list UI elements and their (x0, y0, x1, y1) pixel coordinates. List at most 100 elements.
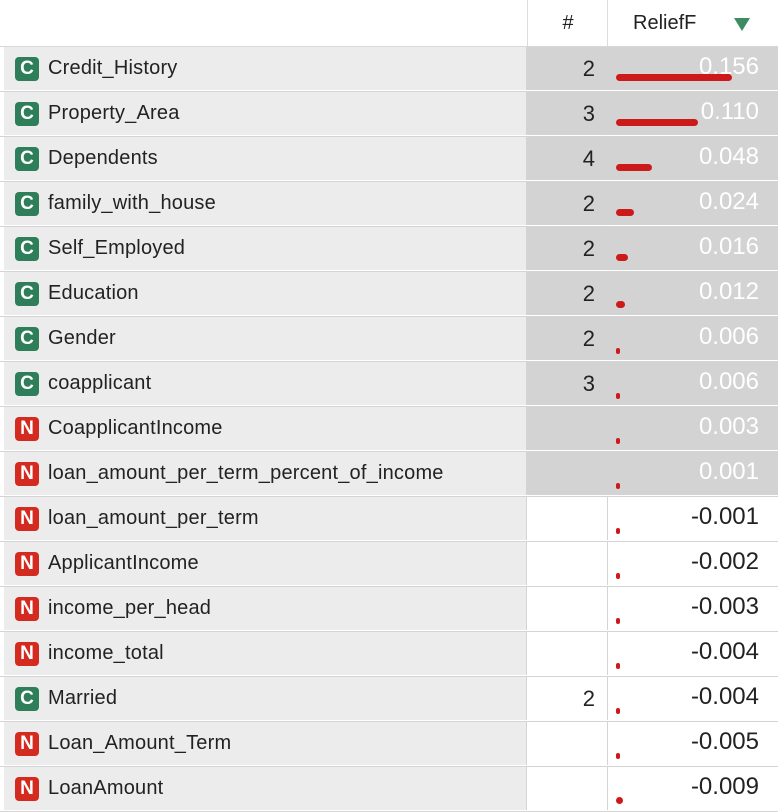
sort-descending-icon (734, 18, 750, 31)
score-bar (616, 119, 698, 126)
table-row[interactable]: C Property_Area 3 0.110 (0, 92, 778, 137)
table-body: C Credit_History 2 0.156 C Property_Area 3 0.11… (0, 47, 778, 812)
score-bar (616, 618, 620, 624)
relieff-score-value: -0.002 (690, 548, 759, 575)
table-row[interactable]: Cfamily_with_house 2 0.024 (0, 182, 778, 227)
table-row[interactable]: Nincome_per_head -0.003 (0, 587, 778, 632)
score-bar (616, 663, 620, 669)
num-values-cell (527, 632, 607, 675)
feature-name: Loan_Amount_Term (48, 732, 232, 754)
relieff-score-cell: 0.110 (607, 92, 778, 135)
num-values-cell: 4 (527, 137, 607, 180)
relieff-score-value: -0.005 (690, 728, 759, 755)
relieff-score-cell: -0.004 (607, 677, 778, 720)
feature-name-cell: Cfamily_with_house (4, 182, 527, 225)
feature-name-cell: Nincome_per_head (4, 587, 527, 630)
table-row[interactable]: C Dependents 4 0.048 (0, 137, 778, 182)
relieff-score-value: 0.024 (698, 188, 759, 215)
relieff-score-value: 0.110 (700, 98, 759, 125)
feature-name-cell: C Education (4, 272, 527, 315)
relieff-score-cell: -0.003 (607, 587, 778, 630)
table-row[interactable]: C Gender 2 0.006 (0, 317, 778, 362)
feature-name-cell: C Married (4, 677, 527, 720)
table-row[interactable]: N LoanAmount -0.009 (0, 767, 778, 812)
numeric-type-icon: N (15, 732, 39, 756)
feature-name: income_total (48, 642, 164, 664)
feature-name: Education (48, 282, 139, 304)
num-values-cell (527, 587, 607, 630)
table-row[interactable]: Nloan_amount_per_term_percent_of_income 0… (0, 452, 778, 497)
categorical-type-icon: C (15, 57, 39, 81)
table-row[interactable]: C Self_Employed 2 0.016 (0, 227, 778, 272)
column-header-num[interactable]: # (527, 0, 608, 46)
feature-name: Credit_History (48, 57, 178, 79)
relieff-score-value: 0.006 (698, 323, 759, 350)
num-values-cell (527, 497, 607, 540)
table-row[interactable]: C Married 2 -0.004 (0, 677, 778, 722)
feature-name-cell: C Dependents (4, 137, 527, 180)
feature-name-cell: N Loan_Amount_Term (4, 722, 527, 765)
relieff-score-cell: 0.003 (607, 407, 778, 450)
relieff-score-cell: 0.156 (607, 47, 778, 90)
relieff-score-value: 0.006 (698, 368, 759, 395)
feature-name: income_per_head (48, 597, 212, 619)
num-values-cell: 2 (582, 686, 595, 711)
categorical-type-icon: C (15, 192, 39, 216)
feature-name: loan_amount_per_term_percent_of_income (48, 462, 444, 484)
feature-name-cell: C Self_Employed (4, 227, 527, 270)
feature-name-cell: Nloan_amount_per_term_percent_of_income (4, 452, 527, 495)
feature-name: Gender (48, 327, 116, 349)
numeric-type-icon: N (15, 462, 39, 486)
relieff-score-value: 0.156 (698, 53, 759, 80)
table-row[interactable]: N ApplicantIncome -0.002 (0, 542, 778, 587)
table-row[interactable]: Nloan_amount_per_term -0.001 (0, 497, 778, 542)
relieff-score-cell: 0.012 (607, 272, 778, 315)
feature-name: Married (48, 687, 118, 709)
num-values-cell: 2 (527, 47, 607, 90)
relieff-score-value: 0.016 (698, 233, 759, 260)
score-bar (616, 254, 628, 261)
numeric-type-icon: N (15, 642, 39, 666)
numeric-type-icon: N (15, 552, 39, 576)
num-values-cell: 2 (527, 227, 607, 270)
categorical-type-icon: C (15, 102, 39, 126)
table-row[interactable]: C Credit_History 2 0.156 (0, 47, 778, 92)
table-row[interactable]: Nincome_total -0.004 (0, 632, 778, 677)
score-bar (616, 528, 620, 534)
relieff-score-value: -0.003 (690, 593, 759, 620)
score-bar (616, 348, 620, 354)
column-header-relieff[interactable]: ReliefF (607, 0, 778, 46)
relieff-score-value: 0.012 (698, 278, 759, 305)
score-bar (616, 708, 620, 714)
table-row[interactable]: C Education 2 0.012 (0, 272, 778, 317)
score-bar (616, 393, 620, 399)
relieff-score-cell: 0.006 (607, 317, 778, 360)
feature-name-cell: C Credit_History (4, 47, 527, 90)
categorical-type-icon: C (15, 282, 39, 306)
score-bar (616, 573, 620, 579)
feature-name-cell: C Gender (4, 317, 527, 360)
feature-name-cell: N ApplicantIncome (4, 542, 527, 585)
table-row[interactable]: Ccoapplicant 3 0.006 (0, 362, 778, 407)
num-values-cell (527, 542, 607, 585)
num-values-cell: 2 (527, 272, 607, 315)
score-bar (616, 753, 620, 759)
table-row[interactable]: N CoapplicantIncome 0.003 (0, 407, 778, 452)
num-values-cell (527, 407, 607, 450)
score-bar (616, 164, 652, 171)
relieff-score-cell: -0.005 (607, 722, 778, 765)
feature-name: coapplicant (48, 372, 152, 394)
relieff-score-value: -0.001 (690, 503, 759, 530)
feature-name-cell: Nincome_total (4, 632, 527, 675)
feature-name: Dependents (48, 147, 158, 169)
feature-name: Self_Employed (48, 237, 186, 259)
feature-name: CoapplicantIncome (48, 417, 223, 439)
table-row[interactable]: N Loan_Amount_Term -0.005 (0, 722, 778, 767)
relieff-score-cell: 0.001 (607, 452, 778, 495)
relieff-score-cell: 0.006 (607, 362, 778, 405)
feature-name: family_with_house (48, 192, 216, 214)
column-header-relieff-label: ReliefF (633, 12, 697, 34)
feature-name-cell: N LoanAmount (4, 767, 527, 810)
relieff-score-cell: 0.016 (607, 227, 778, 270)
feature-name-cell: Ccoapplicant (4, 362, 527, 405)
